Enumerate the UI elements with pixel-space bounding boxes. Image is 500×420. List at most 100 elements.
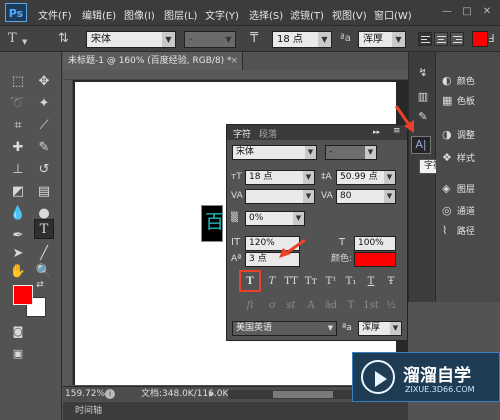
tracking-icon: VA: [321, 191, 333, 201]
panel-dock: ◐ 颜色 ▦ 色板 ◑ 调整 ❖ 样式 ◈ 图层 ◎ 通道 ⌇ 路径: [436, 52, 500, 302]
faux-italic-button[interactable]: T: [263, 273, 281, 290]
type-tool-icon[interactable]: T: [34, 219, 54, 239]
info-icon[interactable]: i: [105, 389, 115, 399]
font-style-select[interactable]: - ▼: [184, 31, 236, 48]
align-left-button[interactable]: [418, 32, 432, 46]
ligatures-button[interactable]: fi: [241, 297, 259, 314]
pen-tool-icon[interactable]: ✒: [8, 226, 28, 246]
menu-view[interactable]: 视图(V): [332, 7, 367, 22]
text-color-swatch[interactable]: [472, 31, 488, 47]
fractions-button[interactable]: ½: [382, 297, 400, 314]
faux-bold-button[interactable]: T: [241, 273, 259, 290]
layers-panel-label: 图层: [456, 185, 475, 195]
type-tool-preset-icon[interactable]: T: [8, 31, 17, 47]
menu-type[interactable]: 文字(Y): [205, 7, 239, 22]
menu-layer[interactable]: 图层(L): [164, 7, 197, 22]
menu-select[interactable]: 选择(S): [249, 7, 283, 22]
language-select[interactable]: 美国英语 ▼: [232, 321, 337, 336]
chevron-down-icon[interactable]: ▼: [22, 34, 27, 50]
gradient-tool-icon[interactable]: ▤: [34, 182, 54, 202]
cp-font-family-select[interactable]: 宋体 ▼: [232, 145, 317, 160]
leading-select[interactable]: 50.99 点 ▼: [336, 170, 396, 185]
cp-font-style-select[interactable]: - ▼: [325, 145, 377, 160]
tracking-select[interactable]: 80 ▼: [336, 189, 396, 204]
swatches-panel-tab[interactable]: ▦ 色板: [442, 94, 475, 107]
watermark-subtitle: ZIXUE.3D66.COM: [405, 385, 475, 394]
channels-panel-tab[interactable]: ◎ 通道: [442, 204, 475, 217]
warp-text-icon[interactable]: Ⅎ: [488, 31, 494, 47]
screen-mode-icon[interactable]: ▣: [8, 344, 28, 364]
swash-button[interactable]: A: [302, 297, 320, 314]
eraser-tool-icon[interactable]: ◩: [8, 182, 28, 202]
zoom-level[interactable]: 159.72%: [65, 387, 105, 401]
tab-paragraph[interactable]: 段落: [259, 127, 277, 140]
maximize-button[interactable]: □: [460, 5, 474, 19]
menu-window[interactable]: 窗口(W): [374, 7, 412, 22]
old-style-button[interactable]: ơ: [263, 297, 281, 314]
paths-panel-tab[interactable]: ⌇ 路径: [442, 224, 475, 237]
menu-file[interactable]: 文件(F): [38, 7, 72, 22]
quick-mask-icon[interactable]: ◙: [8, 322, 28, 342]
small-caps-button[interactable]: Tт: [302, 273, 320, 290]
timeline-panel[interactable]: 时间轴: [63, 402, 408, 420]
scrollbar-thumb[interactable]: [273, 391, 333, 398]
document-tab[interactable]: 未标题-1 @ 160% (百度经验, RGB/8) * ×: [63, 52, 243, 70]
align-right-button[interactable]: [450, 32, 464, 46]
subscript-button[interactable]: T₁: [342, 273, 360, 290]
stylistic-alternates-button[interactable]: ād: [322, 297, 340, 314]
cp-font-size-select[interactable]: 18 点 ▼: [245, 170, 315, 185]
history-panel-icon[interactable]: ↯: [416, 66, 430, 80]
crop-tool-icon[interactable]: ⌗: [8, 116, 28, 136]
underline-button[interactable]: T: [362, 273, 380, 290]
properties-panel-icon[interactable]: ▥: [416, 90, 430, 104]
layers-panel-tab[interactable]: ◈ 图层: [442, 182, 475, 195]
horizontal-scale-field[interactable]: 100%: [354, 236, 396, 251]
anti-alias-select[interactable]: 浑厚 ▼: [358, 31, 406, 48]
color-panel-tab[interactable]: ◐ 颜色: [442, 74, 475, 87]
lasso-tool-icon[interactable]: ➰: [8, 94, 28, 114]
chevron-down-icon: ▼: [390, 322, 401, 335]
adjustments-panel-tab[interactable]: ◑ 调整: [442, 128, 475, 141]
styles-panel-tab[interactable]: ❖ 样式: [442, 151, 475, 164]
move-tool-icon[interactable]: ✥: [34, 72, 54, 92]
path-selection-icon[interactable]: ➤: [8, 244, 28, 264]
font-size-select[interactable]: 18 点 ▼: [272, 31, 332, 48]
menu-filter[interactable]: 滤镜(T): [290, 7, 324, 22]
discretionary-ligatures-button[interactable]: st: [282, 297, 300, 314]
chevron-down-icon: ▼: [392, 32, 405, 47]
hand-tool-icon[interactable]: ✋: [8, 262, 28, 282]
collapse-icon[interactable]: ▸▸: [373, 128, 380, 136]
brush-tool-icon[interactable]: ✎: [34, 138, 54, 158]
align-center-button[interactable]: [434, 32, 448, 46]
text-color-field[interactable]: [354, 252, 396, 267]
minimize-button[interactable]: —: [440, 5, 454, 19]
swap-colors-icon[interactable]: ⇄: [34, 279, 46, 291]
all-caps-button[interactable]: TT: [282, 273, 300, 290]
ordinals-button[interactable]: 1st: [362, 297, 380, 314]
cp-anti-alias-select[interactable]: 浑厚 ▼: [358, 321, 402, 336]
tab-character[interactable]: 字符: [233, 127, 251, 140]
close-icon[interactable]: ×: [230, 52, 238, 70]
history-brush-icon[interactable]: ↺: [34, 160, 54, 180]
text-orientation-icon[interactable]: ⇅: [58, 31, 69, 47]
marquee-tool-icon[interactable]: ⬚: [8, 72, 28, 92]
superscript-button[interactable]: T¹: [322, 273, 340, 290]
eyedropper-icon[interactable]: ⟋: [34, 116, 54, 136]
foreground-color-swatch[interactable]: [13, 285, 33, 305]
character-panel-button[interactable]: A|: [411, 136, 431, 154]
strikethrough-button[interactable]: Ŧ: [382, 273, 400, 290]
kerning-select[interactable]: ▼: [245, 189, 315, 204]
tsume-select[interactable]: 0% ▼: [245, 211, 305, 226]
blur-tool-icon[interactable]: 💧: [8, 204, 28, 224]
titling-alternates-button[interactable]: T: [342, 297, 360, 314]
menu-edit[interactable]: 编辑(E): [82, 7, 116, 22]
close-button[interactable]: ✕: [480, 5, 494, 19]
brush-panel-icon[interactable]: ✎: [416, 110, 430, 124]
magic-wand-icon[interactable]: ✦: [34, 94, 54, 114]
font-family-select[interactable]: 宋体 ▼: [86, 31, 176, 48]
line-tool-icon[interactable]: ╱: [34, 244, 54, 264]
menu-image[interactable]: 图像(I): [124, 7, 155, 22]
healing-brush-icon[interactable]: ✚: [8, 138, 28, 158]
chevron-right-icon[interactable]: ▶: [209, 387, 214, 401]
stamp-tool-icon[interactable]: ⊥: [8, 160, 28, 180]
